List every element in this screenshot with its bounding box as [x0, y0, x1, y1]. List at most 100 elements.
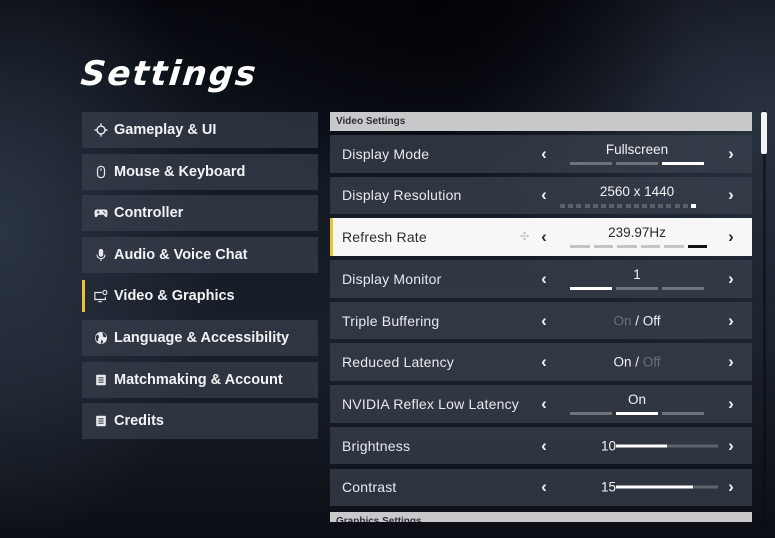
option-segment: [662, 412, 704, 416]
option-dot: [560, 203, 565, 208]
option-dot: [600, 203, 606, 208]
brightness-slider[interactable]: [616, 444, 718, 448]
setting-value: 2560 x 1440: [599, 183, 675, 199]
setting-label: NVIDIA Reflex Low Latency: [342, 395, 519, 412]
chevron-left-icon[interactable]: ‹: [536, 394, 552, 414]
option-segment: [616, 162, 658, 165]
setting-value: 239.97Hz: [608, 225, 666, 241]
setting-row-reduced-latency[interactable]: Reduced Latency ‹ On / Off ›: [330, 343, 752, 381]
option-segment: [570, 245, 590, 249]
setting-row-display-mode[interactable]: Display Mode ‹ Fullscreen ›: [330, 135, 752, 173]
chevron-left-icon[interactable]: ‹: [536, 477, 552, 497]
option-segment-selected: [570, 287, 612, 291]
sidebar-item-controller[interactable]: Controller: [82, 195, 318, 232]
sidebar-item-video-graphics[interactable]: Video & Graphics: [82, 278, 318, 314]
setting-label: Display Resolution: [342, 187, 462, 204]
option-dot: [666, 203, 672, 208]
gamepad-icon: [93, 205, 109, 221]
chevron-left-icon[interactable]: ‹: [536, 352, 552, 372]
setting-label: Display Monitor: [342, 270, 442, 287]
setting-row-display-monitor[interactable]: Display Monitor ‹ 1 ›: [330, 260, 752, 298]
scrollbar-track[interactable]: [763, 110, 766, 525]
sidebar-item-label: Mouse & Keyboard: [114, 163, 246, 180]
option-segment-selected: [616, 412, 658, 416]
toggle-separator: /: [635, 354, 639, 370]
slider-value: 15: [600, 479, 616, 495]
contrast-slider[interactable]: [616, 485, 718, 489]
setting-row-brightness[interactable]: Brightness ‹ 10 ›: [330, 426, 752, 465]
chevron-right-icon[interactable]: ›: [723, 185, 739, 205]
toggle-on-option: On: [613, 354, 632, 370]
option-segment-selected: [662, 162, 704, 165]
option-segment-selected: [687, 245, 707, 249]
microphone-icon: [93, 247, 109, 263]
option-dot: [682, 203, 688, 208]
sidebar-item-language-accessibility[interactable]: Language & Accessibility: [82, 319, 318, 356]
option-dot-selected: [691, 203, 696, 208]
option-dot: [609, 203, 615, 208]
chevron-right-icon[interactable]: ›: [723, 144, 739, 164]
option-segment: [593, 245, 613, 249]
chevron-left-icon[interactable]: ‹: [536, 185, 552, 205]
option-indicator: [570, 245, 707, 249]
toggle-off-option: Off: [642, 354, 661, 370]
sidebar-item-label: Credits: [114, 413, 164, 430]
scrollbar-thumb[interactable]: [761, 112, 767, 154]
setting-row-nvidia-reflex-low-latency[interactable]: NVIDIA Reflex Low Latency ‹ On ›: [330, 385, 752, 423]
video-settings-panel: Video Settings Display Mode ‹ Fullscreen…: [330, 112, 752, 510]
setting-value: Fullscreen: [605, 142, 669, 157]
chevron-right-icon[interactable]: ›: [723, 436, 739, 456]
setting-label: Display Mode: [342, 145, 430, 162]
toggle-value: On / Off: [562, 313, 712, 328]
chevron-left-icon[interactable]: ‹: [536, 436, 552, 456]
chevron-left-icon[interactable]: ‹: [536, 227, 552, 247]
settings-scrollbar[interactable]: [761, 110, 767, 525]
chevron-right-icon[interactable]: ›: [723, 352, 739, 372]
setting-label: Brightness: [342, 437, 411, 454]
option-indicator: [570, 162, 704, 165]
sidebar-item-audio-voice-chat[interactable]: Audio & Voice Chat: [82, 236, 318, 273]
chevron-right-icon[interactable]: ›: [723, 477, 739, 497]
option-indicator: [570, 287, 704, 291]
option-dot: [658, 203, 664, 208]
setting-label: Contrast: [342, 479, 397, 496]
option-dot: [617, 203, 623, 208]
slider-fill: [616, 485, 693, 489]
slider-value: 10: [600, 438, 616, 454]
option-dot: [641, 203, 647, 208]
sidebar-item-label: Matchmaking & Account: [114, 371, 283, 388]
toggle-on-option: On: [613, 313, 632, 328]
sidebar-item-label: Language & Accessibility: [114, 329, 290, 346]
setting-row-triple-buffering[interactable]: Triple Buffering ‹ On / Off ›: [330, 301, 752, 340]
chevron-right-icon[interactable]: ›: [723, 394, 739, 414]
document-icon: [93, 413, 109, 429]
setting-row-refresh-rate[interactable]: Refresh Rate ✣ ‹ 239.97Hz ›: [330, 218, 752, 256]
option-segment: [570, 412, 612, 416]
chevron-left-icon[interactable]: ‹: [536, 269, 552, 289]
section-header-video-settings: Video Settings: [330, 112, 752, 131]
chevron-left-icon[interactable]: ‹: [536, 311, 552, 331]
page-title: Settings: [78, 54, 260, 94]
sidebar-item-label: Controller: [114, 205, 184, 222]
option-segment: [662, 287, 704, 291]
chevron-right-icon[interactable]: ›: [723, 269, 739, 289]
option-dot: [584, 203, 590, 208]
mouse-cursor-icon: ✣: [520, 231, 530, 244]
settings-sidebar: Gameplay & UI Mouse & Keyboard Controlle…: [82, 112, 318, 445]
sidebar-item-gameplay-ui[interactable]: Gameplay & UI: [82, 112, 318, 148]
option-dot: [625, 203, 631, 208]
sidebar-item-label: Video & Graphics: [114, 288, 235, 305]
chevron-left-icon[interactable]: ‹: [536, 144, 552, 164]
setting-label: Reduced Latency: [342, 354, 454, 371]
setting-row-display-resolution[interactable]: Display Resolution ‹ 2560 x 1440 ›: [330, 176, 752, 215]
toggle-off-option: Off: [642, 313, 661, 328]
option-dot: [576, 203, 582, 208]
section-header-graphics-settings: Graphics Settings: [330, 512, 752, 522]
chevron-right-icon[interactable]: ›: [723, 227, 739, 247]
setting-row-contrast[interactable]: Contrast ‹ 15 ›: [330, 468, 752, 506]
sidebar-item-credits[interactable]: Credits: [82, 403, 318, 440]
option-segment: [664, 245, 684, 249]
sidebar-item-matchmaking-account[interactable]: Matchmaking & Account: [82, 361, 318, 398]
chevron-right-icon[interactable]: ›: [723, 311, 739, 331]
sidebar-item-mouse-keyboard[interactable]: Mouse & Keyboard: [82, 153, 318, 190]
